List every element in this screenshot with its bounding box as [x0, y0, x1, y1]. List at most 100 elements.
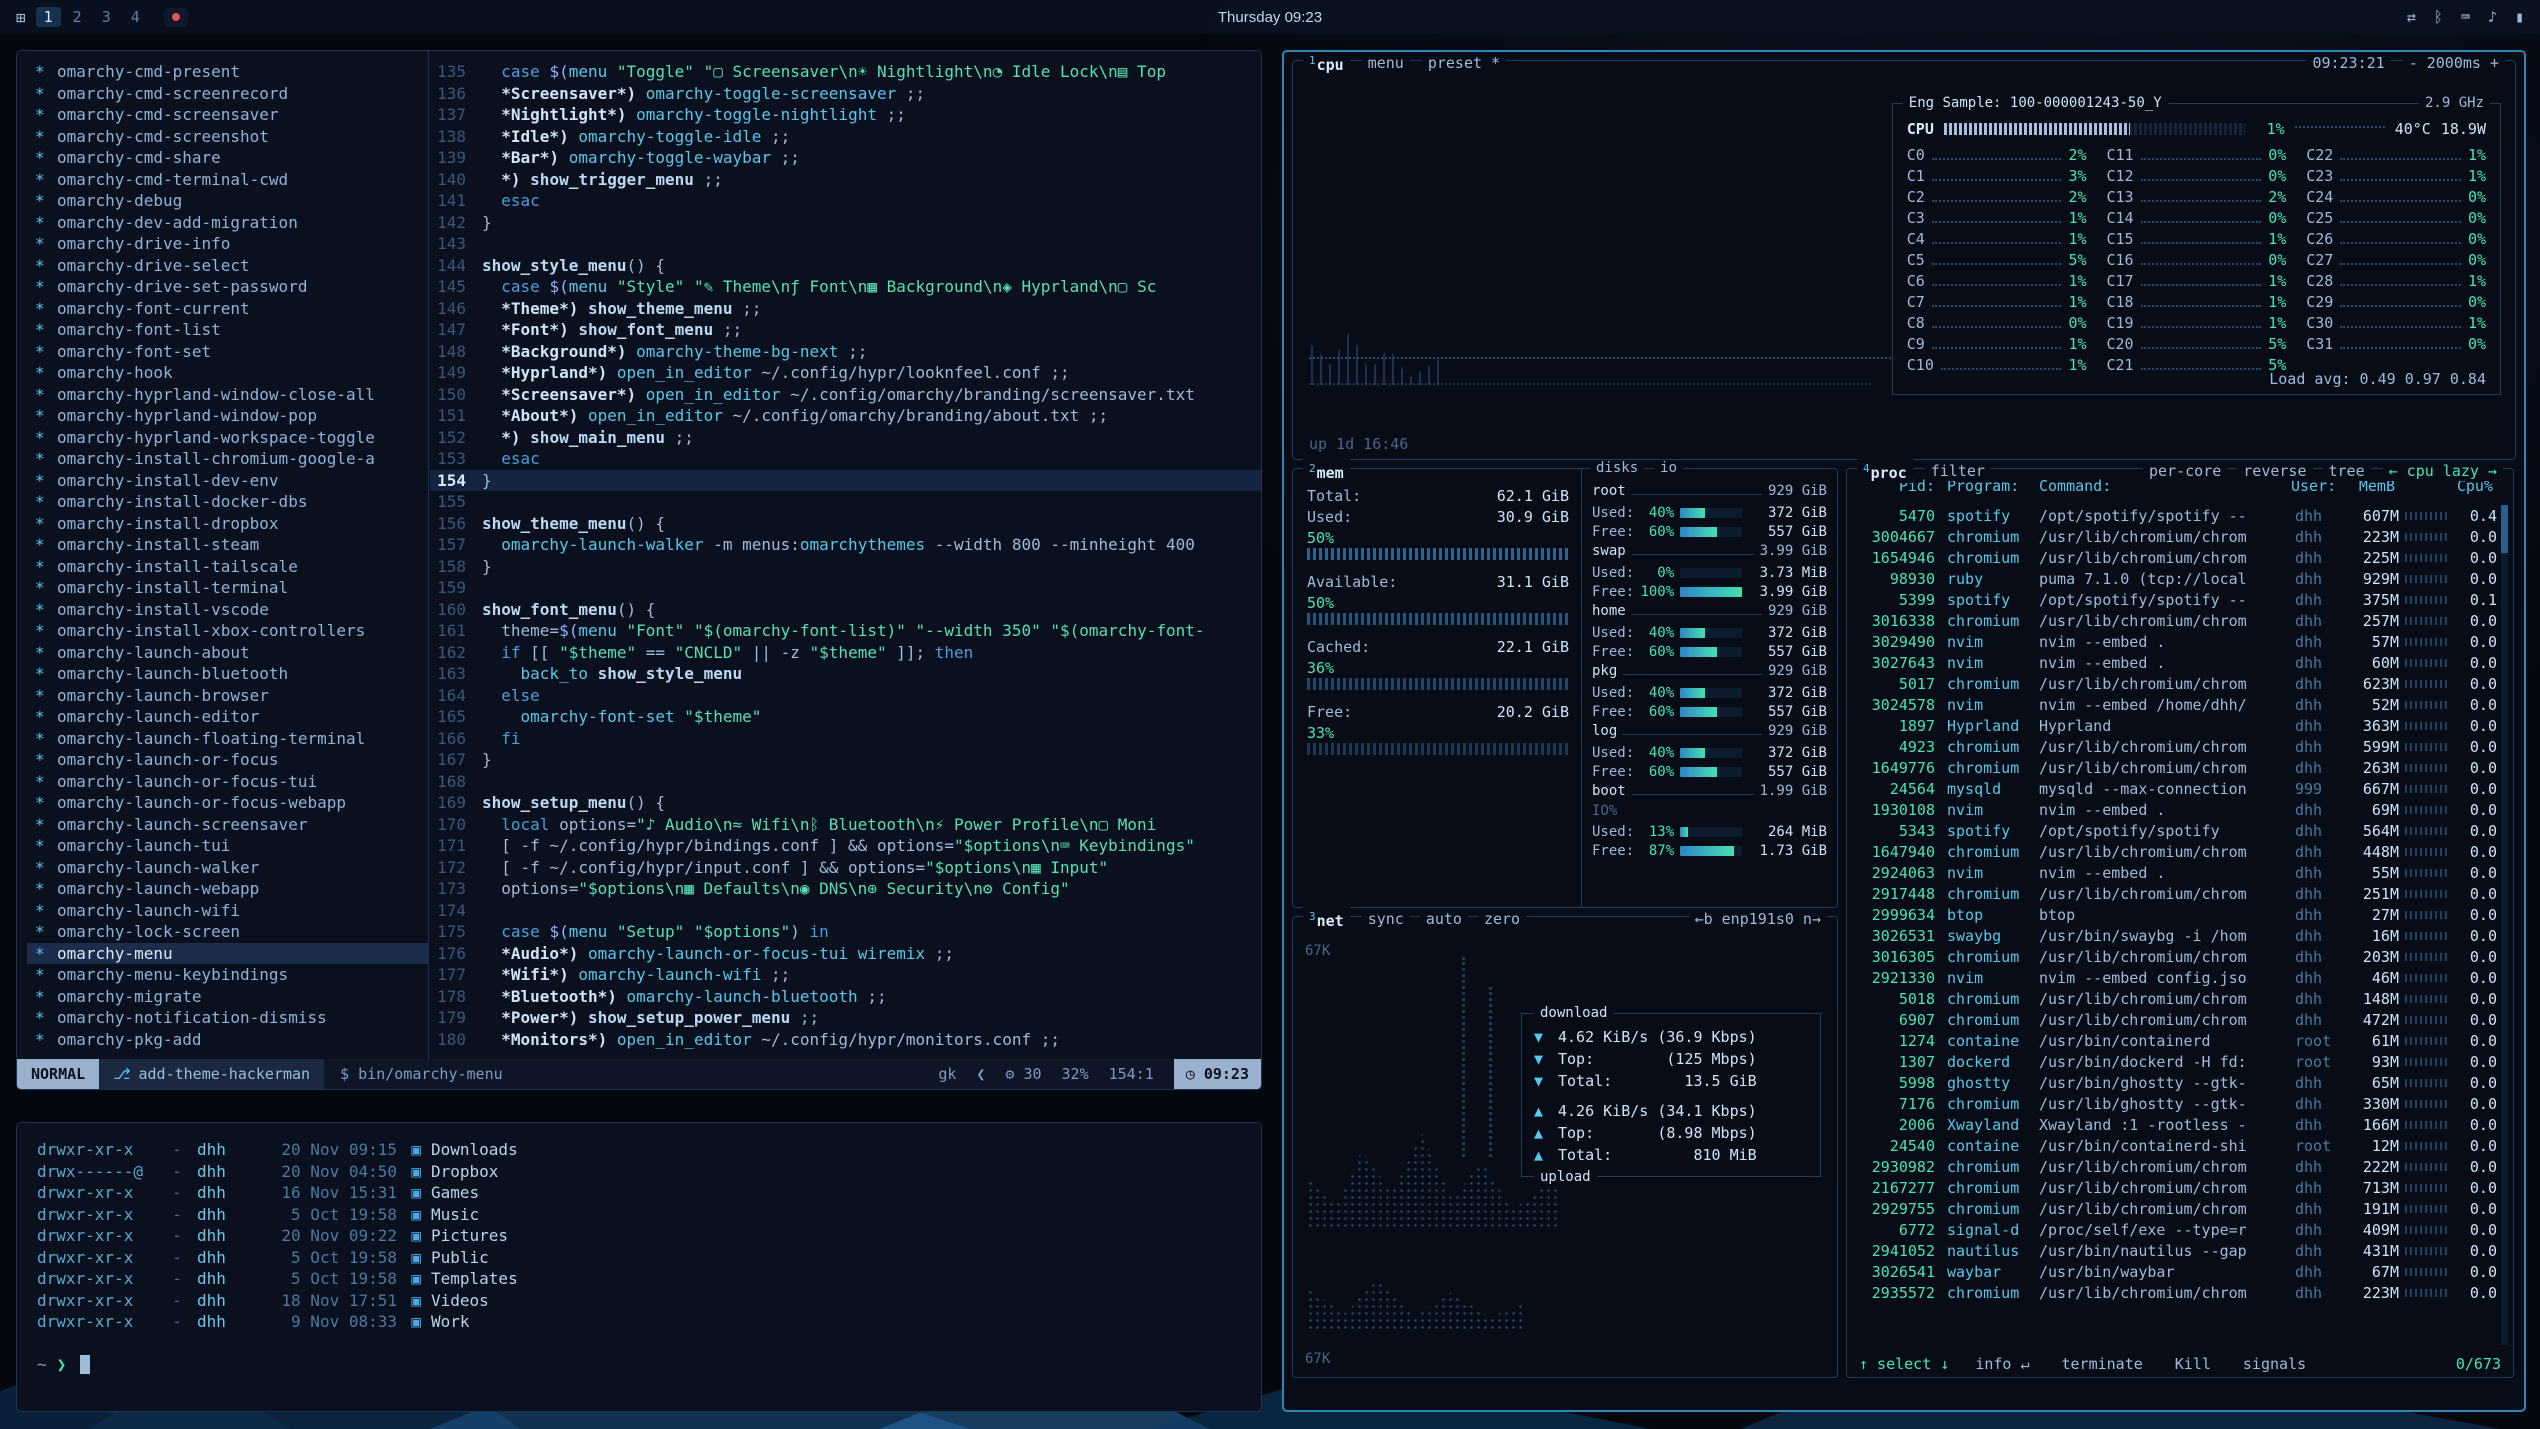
- code-line[interactable]: 159: [430, 577, 1261, 599]
- file-tree-item[interactable]: * omarchy-notification-dismiss: [27, 1007, 428, 1029]
- code-line[interactable]: 174: [430, 900, 1261, 922]
- file-tree-item[interactable]: * omarchy-install-docker-dbs: [27, 491, 428, 513]
- file-tree-item[interactable]: * omarchy-launch-wifi: [27, 900, 428, 922]
- process-row[interactable]: 2930982 chromium /usr/lib/chromium/chrom…: [1851, 1156, 2497, 1177]
- file-tree-item[interactable]: * omarchy-font-list: [27, 319, 428, 341]
- code-line[interactable]: 145 case $(menu "Style" "✎ Theme\nƒ Font…: [430, 276, 1261, 298]
- process-row[interactable]: 24540 containe /usr/bin/containerd-shi r…: [1851, 1135, 2497, 1156]
- process-row[interactable]: 1649776 chromium /usr/lib/chromium/chrom…: [1851, 757, 2497, 778]
- select-keys[interactable]: ↑ select ↓: [1859, 1355, 1949, 1373]
- code-line[interactable]: 170 local options="♪ Audio\n≈ Wifi\nᛒ Bl…: [430, 814, 1261, 836]
- proc-footer-button[interactable]: Kill: [2169, 1355, 2217, 1373]
- volume-icon[interactable]: ♪: [2488, 8, 2497, 26]
- io-tab[interactable]: io: [1654, 460, 1683, 476]
- file-tree-item[interactable]: * omarchy-menu-keybindings: [27, 964, 428, 986]
- file-tree-item[interactable]: * omarchy-launch-screensaver: [27, 814, 428, 836]
- workspace-button[interactable]: 2: [65, 7, 90, 27]
- file-tree-item[interactable]: * omarchy-debug: [27, 190, 428, 212]
- code-line[interactable]: 165 omarchy-font-set "$theme": [430, 706, 1261, 728]
- interval-control[interactable]: - 2000ms +: [2403, 54, 2505, 73]
- code-line[interactable]: 156 show_theme_menu() {: [430, 513, 1261, 535]
- file-tree-item[interactable]: * omarchy-install-terminal: [27, 577, 428, 599]
- code-line[interactable]: 160 show_font_menu() {: [430, 599, 1261, 621]
- workspace-button[interactable]: 1: [36, 7, 61, 27]
- code-line[interactable]: 166 fi: [430, 728, 1261, 750]
- code-line[interactable]: 163 back_to show_style_menu: [430, 663, 1261, 685]
- file-tree-item[interactable]: * omarchy-cmd-screensaver: [27, 104, 428, 126]
- preset-button[interactable]: preset *: [1422, 54, 1506, 73]
- code-line[interactable]: 140 *) show_trigger_menu ;;: [430, 169, 1261, 191]
- code-line[interactable]: 157 omarchy-launch-walker -m menus:omarc…: [430, 534, 1261, 556]
- net-mode-button[interactable]: sync: [1362, 910, 1410, 929]
- code-line[interactable]: 136 *Screensaver*) omarchy-toggle-screen…: [430, 83, 1261, 105]
- code-line[interactable]: 135 case $(menu "Toggle" "▢ Screensaver\…: [430, 61, 1261, 83]
- file-tree-item[interactable]: * omarchy-hyprland-workspace-toggle: [27, 427, 428, 449]
- file-tree-item[interactable]: * omarchy-drive-set-password: [27, 276, 428, 298]
- file-tree-item[interactable]: * omarchy-install-xbox-controllers: [27, 620, 428, 642]
- code-line[interactable]: 168: [430, 771, 1261, 793]
- battery-icon[interactable]: ▮: [2515, 8, 2524, 26]
- process-row[interactable]: 2167277 chromium /usr/lib/chromium/chrom…: [1851, 1177, 2497, 1198]
- process-row[interactable]: 2999634 btop btop dhh 27M 0.0: [1851, 904, 2497, 925]
- process-row[interactable]: 5998 ghostty /usr/bin/ghostty --gtk- dhh…: [1851, 1072, 2497, 1093]
- file-tree-item[interactable]: * omarchy-install-chromium-google-a: [27, 448, 428, 470]
- process-row[interactable]: 2929755 chromium /usr/lib/chromium/chrom…: [1851, 1198, 2497, 1219]
- file-tree-item[interactable]: * omarchy-drive-info: [27, 233, 428, 255]
- file-tree-item[interactable]: * omarchy-cmd-screenshot: [27, 126, 428, 148]
- process-row[interactable]: 4923 chromium /usr/lib/chromium/chrom dh…: [1851, 736, 2497, 757]
- proc-sort-selector[interactable]: ← cpu lazy →: [2383, 462, 2503, 481]
- code-line[interactable]: 148 *Background*) omarchy-theme-bg-next …: [430, 341, 1261, 363]
- code-line[interactable]: 167 }: [430, 749, 1261, 771]
- process-row[interactable]: 1930108 nvim nvim --embed . dhh 69M 0.0: [1851, 799, 2497, 820]
- file-tree-item[interactable]: * omarchy-launch-browser: [27, 685, 428, 707]
- process-row[interactable]: 3016305 chromium /usr/lib/chromium/chrom…: [1851, 946, 2497, 967]
- file-tree-item[interactable]: * omarchy-launch-editor: [27, 706, 428, 728]
- code-line[interactable]: 154 }: [430, 470, 1261, 492]
- process-row[interactable]: 3027643 nvim nvim --embed . dhh 60M 0.0: [1851, 652, 2497, 673]
- process-row[interactable]: 5470 spotify /opt/spotify/spotify -- dhh…: [1851, 505, 2497, 526]
- launcher-icon[interactable]: ⊞: [16, 8, 26, 27]
- file-tree-item[interactable]: * omarchy-cmd-present: [27, 61, 428, 83]
- file-tree-item[interactable]: * omarchy-cmd-terminal-cwd: [27, 169, 428, 191]
- proc-panel-title[interactable]: 4proc: [1857, 459, 1913, 483]
- code-line[interactable]: 172 [ -f ~/.config/hypr/input.conf ] && …: [430, 857, 1261, 879]
- process-row[interactable]: 1307 dockerd /usr/bin/dockerd -H fd: roo…: [1851, 1051, 2497, 1072]
- file-tree-item[interactable]: * omarchy-install-steam: [27, 534, 428, 556]
- screen-record-indicator[interactable]: [164, 8, 188, 27]
- process-row[interactable]: 5017 chromium /usr/lib/chromium/chrom dh…: [1851, 673, 2497, 694]
- code-line[interactable]: 179 *Power*) show_setup_power_menu ;;: [430, 1007, 1261, 1029]
- process-row[interactable]: 2921330 nvim nvim --embed config.jso dhh…: [1851, 967, 2497, 988]
- code-line[interactable]: 169 show_setup_menu() {: [430, 792, 1261, 814]
- file-tree-item[interactable]: * omarchy-cmd-screenrecord: [27, 83, 428, 105]
- code-line[interactable]: 153 esac: [430, 448, 1261, 470]
- file-tree-item[interactable]: * omarchy-launch-walker: [27, 857, 428, 879]
- file-tree-item[interactable]: * omarchy-launch-or-focus-tui: [27, 771, 428, 793]
- file-tree-item[interactable]: * omarchy-install-tailscale: [27, 556, 428, 578]
- process-row[interactable]: 7176 chromium /usr/lib/ghostty --gtk- dh…: [1851, 1093, 2497, 1114]
- process-row[interactable]: 2006 Xwayland Xwayland :1 -rootless - dh…: [1851, 1114, 2497, 1135]
- code-line[interactable]: 171 [ -f ~/.config/hypr/bindings.conf ] …: [430, 835, 1261, 857]
- process-row[interactable]: 3026531 swaybg /usr/bin/swaybg -i /hom d…: [1851, 925, 2497, 946]
- code-line[interactable]: 158 }: [430, 556, 1261, 578]
- code-line[interactable]: 164 else: [430, 685, 1261, 707]
- process-row[interactable]: 1654946 chromium /usr/lib/chromium/chrom…: [1851, 547, 2497, 568]
- cpu-panel-title[interactable]: 1cpu: [1303, 51, 1350, 75]
- code-line[interactable]: 147 *Font*) show_font_menu ;;: [430, 319, 1261, 341]
- process-row[interactable]: 24564 mysqld mysqld --max-connection 999…: [1851, 778, 2497, 799]
- file-tree-item[interactable]: * omarchy-hook: [27, 362, 428, 384]
- process-row[interactable]: 6772 signal-d /proc/self/exe --type=r dh…: [1851, 1219, 2497, 1240]
- file-tree-item[interactable]: * omarchy-launch-tui: [27, 835, 428, 857]
- code-line[interactable]: 151 *About*) open_in_editor ~/.config/om…: [430, 405, 1261, 427]
- code-line[interactable]: 139 *Bar*) omarchy-toggle-waybar ;;: [430, 147, 1261, 169]
- process-row[interactable]: 98930 ruby puma 7.1.0 (tcp://local dhh 9…: [1851, 568, 2497, 589]
- file-tree-item[interactable]: * omarchy-install-dropbox: [27, 513, 428, 535]
- workspace-button[interactable]: 4: [123, 7, 148, 27]
- code-line[interactable]: 180 *Monitors*) open_in_editor ~/.config…: [430, 1029, 1261, 1051]
- proc-footer-button[interactable]: terminate: [2056, 1355, 2149, 1373]
- code-line[interactable]: 177 *Wifi*) omarchy-launch-wifi ;;: [430, 964, 1261, 986]
- file-tree-item[interactable]: * omarchy-drive-select: [27, 255, 428, 277]
- code-line[interactable]: 142 }: [430, 212, 1261, 234]
- code-line[interactable]: 152 *) show_main_menu ;;: [430, 427, 1261, 449]
- proc-option-button[interactable]: tree: [2323, 462, 2371, 481]
- code-line[interactable]: 150 *Screensaver*) open_in_editor ~/.con…: [430, 384, 1261, 406]
